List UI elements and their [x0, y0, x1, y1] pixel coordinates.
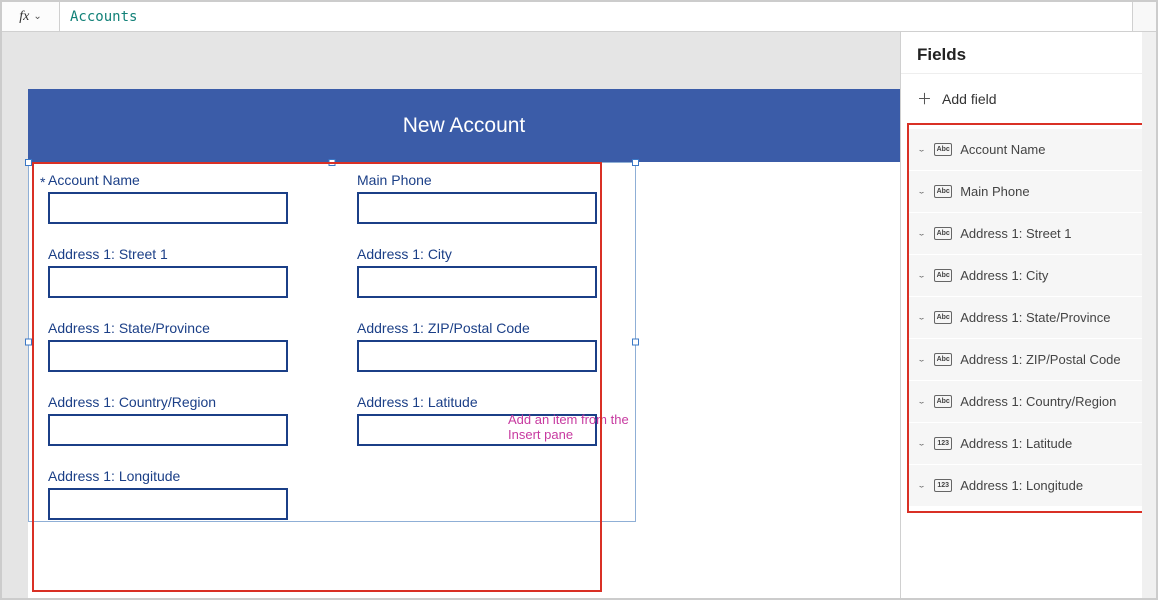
- panel-title: Fields: [901, 32, 1156, 74]
- chevron-down-icon: ⌄: [917, 230, 926, 238]
- field-list-highlight: ⌄ Abc Account Name ⌄ Abc Main Phone ⌄ Ab…: [907, 123, 1152, 513]
- form-title: New Account: [403, 114, 526, 138]
- field-label: Address 1: Street 1: [48, 246, 307, 262]
- field-list-item[interactable]: ⌄ Abc Account Name: [909, 129, 1150, 171]
- insert-hint: Add an item from the Insert pane: [508, 412, 636, 442]
- field-item-label: Address 1: City: [960, 268, 1048, 283]
- chevron-down-icon: ⌄: [917, 272, 926, 280]
- field-account-name[interactable]: Account Name: [48, 172, 307, 224]
- text-type-icon: Abc: [934, 143, 952, 156]
- field-address-street[interactable]: Address 1: Street 1: [48, 246, 307, 298]
- number-type-icon: 123: [934, 437, 952, 450]
- field-list-item[interactable]: ⌄ Abc Address 1: Country/Region: [909, 381, 1150, 423]
- text-type-icon: Abc: [934, 353, 952, 366]
- text-type-icon: Abc: [934, 269, 952, 282]
- form-title-bar: New Account: [28, 89, 900, 162]
- scrollbar[interactable]: [1142, 32, 1156, 598]
- chevron-down-icon: ⌄: [33, 11, 41, 22]
- field-item-label: Address 1: Latitude: [960, 436, 1072, 451]
- field-address-state[interactable]: Address 1: State/Province: [48, 320, 307, 372]
- field-list-item[interactable]: ⌄ Abc Address 1: ZIP/Postal Code: [909, 339, 1150, 381]
- form-body[interactable]: * Account Name Main Phone Address 1: Str…: [28, 162, 636, 592]
- field-address-zip[interactable]: Address 1: ZIP/Postal Code: [357, 320, 616, 372]
- text-input[interactable]: [48, 266, 288, 298]
- field-label: Main Phone: [357, 172, 616, 188]
- field-label: Account Name: [48, 172, 307, 188]
- chevron-down-icon: ⌄: [917, 314, 926, 322]
- field-label: Address 1: Country/Region: [48, 394, 307, 410]
- field-address-city[interactable]: Address 1: City: [357, 246, 616, 298]
- chevron-down-icon: ⌄: [917, 440, 926, 448]
- formula-bar: fx ⌄ Accounts: [2, 2, 1156, 32]
- text-input[interactable]: [357, 192, 597, 224]
- field-label: Address 1: State/Province: [48, 320, 307, 336]
- field-list-item[interactable]: ⌄ 123 Address 1: Latitude: [909, 423, 1150, 465]
- text-type-icon: Abc: [934, 227, 952, 240]
- add-field-label: Add field: [942, 91, 996, 107]
- add-field-button[interactable]: ＋ Add field: [901, 74, 1156, 123]
- field-address-country[interactable]: Address 1: Country/Region: [48, 394, 307, 446]
- text-input[interactable]: [357, 340, 597, 372]
- field-list-item[interactable]: ⌄ Abc Address 1: Street 1: [909, 213, 1150, 255]
- chevron-down-icon: ⌄: [917, 482, 926, 490]
- plus-icon: ＋: [917, 88, 932, 109]
- field-address-longitude[interactable]: Address 1: Longitude: [48, 468, 307, 520]
- field-label: Address 1: City: [357, 246, 616, 262]
- fx-button[interactable]: fx ⌄: [2, 2, 60, 31]
- required-indicator: *: [40, 174, 45, 190]
- field-item-label: Account Name: [960, 142, 1045, 157]
- chevron-down-icon: ⌄: [917, 356, 926, 364]
- field-label: Address 1: ZIP/Postal Code: [357, 320, 616, 336]
- formula-input[interactable]: Accounts: [60, 2, 1132, 31]
- text-input[interactable]: [357, 266, 597, 298]
- text-type-icon: Abc: [934, 395, 952, 408]
- chevron-down-icon: ⌄: [917, 398, 926, 406]
- field-list-item[interactable]: ⌄ 123 Address 1: Longitude: [909, 465, 1150, 507]
- chevron-down-icon: ⌄: [917, 188, 926, 196]
- number-type-icon: 123: [934, 479, 952, 492]
- text-input[interactable]: [48, 340, 288, 372]
- field-label: Address 1: Longitude: [48, 468, 307, 484]
- text-input[interactable]: [48, 488, 288, 520]
- field-item-label: Address 1: Street 1: [960, 226, 1071, 241]
- formula-bar-end: [1132, 2, 1156, 31]
- field-list-item[interactable]: ⌄ Abc Main Phone: [909, 171, 1150, 213]
- field-list-item[interactable]: ⌄ Abc Address 1: State/Province: [909, 297, 1150, 339]
- form-card[interactable]: New Account * Account Name Main Phone Ad…: [28, 89, 900, 598]
- field-list-item[interactable]: ⌄ Abc Address 1: City: [909, 255, 1150, 297]
- workspace: New Account * Account Name Main Phone Ad…: [2, 32, 1156, 598]
- fields-panel: Fields ＋ Add field ⌄ Abc Account Name ⌄ …: [900, 32, 1156, 598]
- text-type-icon: Abc: [934, 185, 952, 198]
- field-item-label: Main Phone: [960, 184, 1029, 199]
- field-item-label: Address 1: State/Province: [960, 310, 1110, 325]
- field-item-label: Address 1: Longitude: [960, 478, 1083, 493]
- field-item-label: Address 1: Country/Region: [960, 394, 1116, 409]
- field-main-phone[interactable]: Main Phone: [357, 172, 616, 224]
- chevron-down-icon: ⌄: [917, 146, 926, 154]
- text-input[interactable]: [48, 192, 288, 224]
- field-item-label: Address 1: ZIP/Postal Code: [960, 352, 1120, 367]
- canvas-area[interactable]: New Account * Account Name Main Phone Ad…: [2, 32, 900, 598]
- text-type-icon: Abc: [934, 311, 952, 324]
- field-label: Address 1: Latitude: [357, 394, 616, 410]
- fx-label-text: fx: [19, 9, 29, 25]
- text-input[interactable]: [48, 414, 288, 446]
